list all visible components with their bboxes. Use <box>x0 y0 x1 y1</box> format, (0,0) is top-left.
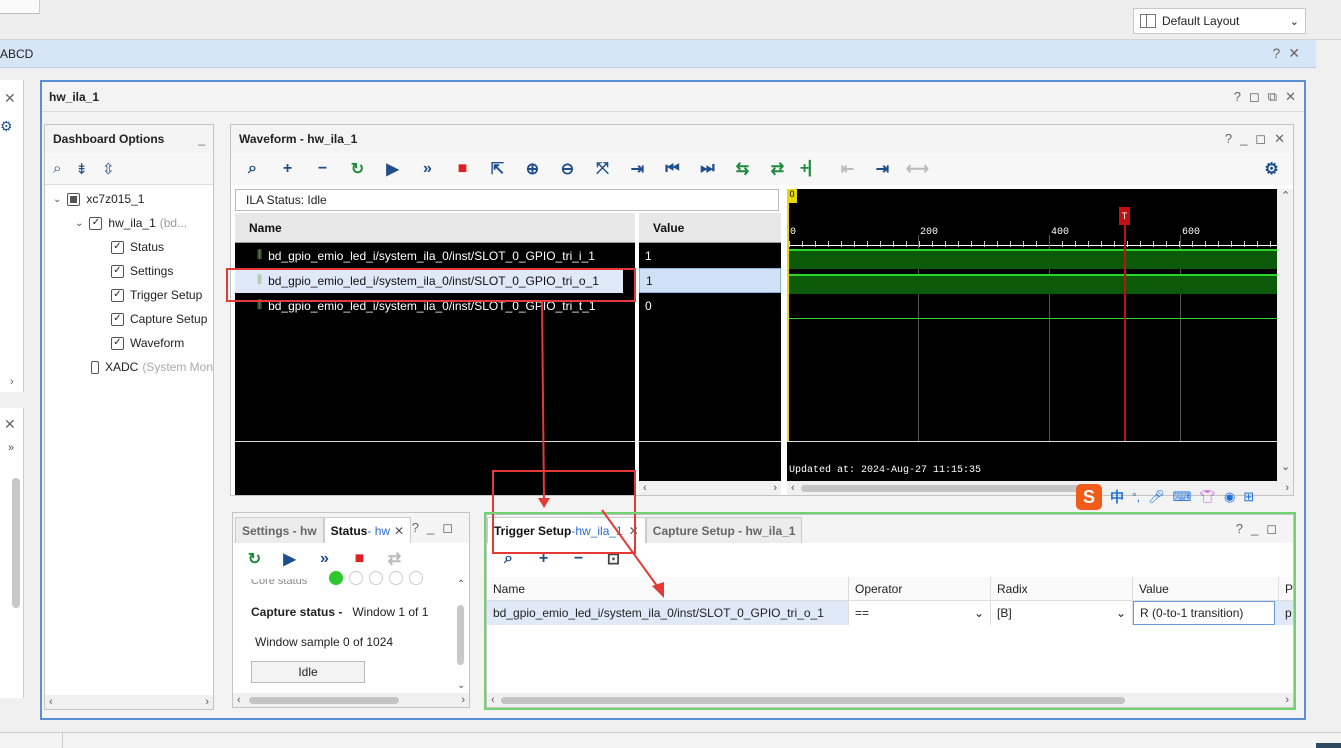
bottom-status-bar <box>0 732 1341 748</box>
divider <box>62 733 63 748</box>
arrowhead-icon <box>652 582 664 598</box>
taskbar-edge <box>1316 743 1341 748</box>
arrowhead-icon <box>538 498 550 508</box>
annotation-arrow <box>541 301 545 501</box>
annotation-arrows <box>538 301 664 598</box>
annotation-arrow <box>601 509 661 591</box>
